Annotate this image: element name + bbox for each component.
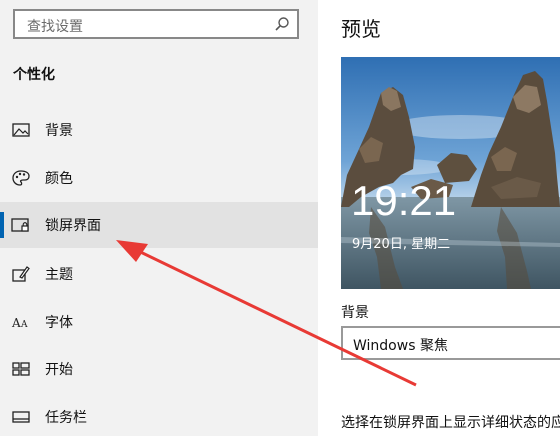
theme-brush-icon bbox=[12, 266, 30, 282]
sidebar-item-label: 背景 bbox=[45, 123, 73, 139]
svg-text:A: A bbox=[11, 316, 21, 330]
taskbar-icon bbox=[12, 411, 30, 423]
page-title: 预览 bbox=[341, 17, 381, 41]
sidebar-item-label: 锁屏界面 bbox=[45, 218, 101, 234]
lock-screen-icon bbox=[11, 218, 29, 232]
sidebar-item-background[interactable]: 背景 bbox=[0, 107, 318, 153]
svg-text:A: A bbox=[20, 320, 28, 330]
lock-screen-preview: 19:21 9月20日, 星期二 bbox=[341, 57, 560, 289]
sidebar-item-fonts[interactable]: A A 字体 bbox=[0, 299, 318, 345]
sidebar-item-label: 主题 bbox=[45, 267, 73, 283]
search-input[interactable]: 查找设置 bbox=[27, 16, 83, 36]
palette-icon bbox=[12, 170, 30, 186]
background-dropdown[interactable]: Windows 聚焦 bbox=[341, 326, 560, 360]
main-panel: 预览 19:21 9月20日, 星期二 背景 Windows 聚焦 选择在锁屏界… bbox=[318, 0, 560, 436]
sidebar-item-label: 颜色 bbox=[45, 171, 73, 187]
search-box[interactable]: 查找设置 bbox=[13, 9, 299, 39]
section-title: 个性化 bbox=[13, 67, 55, 83]
sidebar-item-themes[interactable]: 主题 bbox=[0, 251, 318, 297]
start-grid-icon bbox=[12, 362, 30, 376]
preview-image bbox=[341, 57, 560, 289]
selected-indicator bbox=[0, 212, 4, 238]
font-icon: A A bbox=[11, 316, 28, 330]
sidebar-item-label: 开始 bbox=[45, 362, 73, 378]
preview-time: 19:21 bbox=[351, 177, 457, 224]
sidebar-item-start[interactable]: 开始 bbox=[0, 346, 318, 392]
search-icon[interactable] bbox=[274, 16, 290, 32]
sidebar-item-label: 任务栏 bbox=[45, 410, 87, 426]
sidebar-item-lock-screen[interactable]: 锁屏界面 bbox=[0, 202, 318, 248]
sidebar-item-label: 字体 bbox=[45, 315, 73, 331]
image-icon bbox=[12, 123, 30, 137]
sidebar-item-colors[interactable]: 颜色 bbox=[0, 155, 318, 201]
background-label: 背景 bbox=[341, 305, 369, 321]
sidebar-item-taskbar[interactable]: 任务栏 bbox=[0, 394, 318, 440]
settings-sidebar: 查找设置 个性化 背景 颜色 锁屏界面 主题 A A 字体 开始 任务栏 bbox=[0, 0, 318, 436]
status-description: 选择在锁屏界面上显示详细状态的应 bbox=[341, 415, 560, 431]
background-dropdown-value: Windows 聚焦 bbox=[353, 338, 448, 354]
preview-date: 9月20日, 星期二 bbox=[352, 237, 451, 252]
